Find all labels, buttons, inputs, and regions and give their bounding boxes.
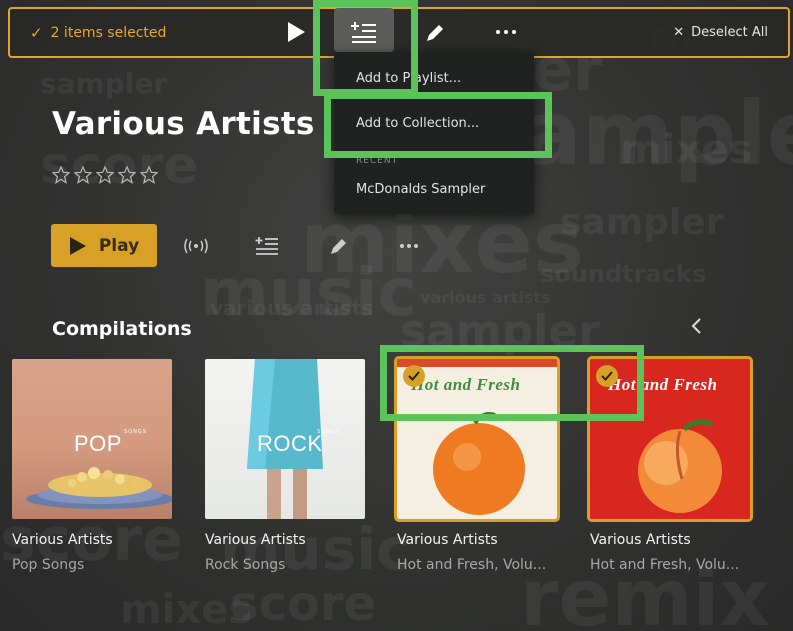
page-title: Various Artists [52, 106, 315, 142]
highlight-box-add-to-collection [324, 92, 552, 158]
highlight-box-selected-albums [380, 345, 644, 421]
play-button[interactable]: Play [51, 224, 157, 267]
edit-pencil-icon[interactable] [420, 18, 450, 48]
album-title[interactable]: Hot and Fresh, Volu... [397, 557, 547, 573]
album-artist[interactable]: Various Artists [205, 532, 365, 548]
album-card[interactable]: POP SONGS Various Artists Pop Songs [12, 359, 172, 573]
star-icon[interactable] [74, 166, 92, 184]
highlight-box-add-to-queue [313, 0, 418, 96]
chevron-left-icon[interactable] [688, 316, 706, 336]
star-icon[interactable] [52, 166, 70, 184]
album-artist[interactable]: Various Artists [12, 532, 172, 548]
deselect-all-label: Deselect All [691, 25, 768, 40]
album-title[interactable]: Pop Songs [12, 557, 162, 573]
album-title[interactable]: Hot and Fresh, Volu... [590, 557, 740, 573]
rating-stars[interactable] [52, 166, 158, 184]
album-cover[interactable]: POP SONGS [12, 359, 172, 519]
checkmark-icon: ✓ [30, 24, 43, 42]
play-icon[interactable] [281, 17, 311, 47]
selection-info: ✓ 2 items selected [30, 24, 166, 42]
album-artist[interactable]: Various Artists [397, 532, 557, 548]
radio-broadcast-icon[interactable] [183, 234, 209, 258]
album-title[interactable]: Rock Songs [205, 557, 355, 573]
section-title-compilations: Compilations [52, 318, 192, 340]
add-to-queue-icon[interactable] [254, 234, 280, 258]
star-icon[interactable] [96, 166, 114, 184]
star-icon[interactable] [118, 166, 136, 184]
more-options-icon[interactable] [491, 17, 521, 47]
deselect-all-button[interactable]: ✕ Deselect All [673, 25, 768, 40]
cover-subtitle-text: SONGS [317, 429, 340, 435]
star-icon[interactable] [140, 166, 158, 184]
album-artist[interactable]: Various Artists [590, 532, 750, 548]
cover-title-text: POP [74, 431, 122, 456]
play-icon [69, 236, 86, 255]
album-card[interactable]: ROCK SONGS Various Artists Rock Songs [205, 359, 365, 573]
cover-title-text: ROCK [257, 431, 323, 456]
close-icon: ✕ [673, 25, 685, 40]
selection-count-text: 2 items selected [50, 25, 167, 41]
more-options-icon[interactable] [396, 234, 422, 258]
album-cover[interactable]: ROCK SONGS [205, 359, 365, 519]
edit-pencil-icon[interactable] [326, 234, 352, 258]
play-button-label: Play [98, 235, 140, 256]
cover-subtitle-text: SONGS [124, 429, 147, 435]
menu-item-mcdonalds-sampler[interactable]: McDonalds Sampler [356, 182, 485, 197]
